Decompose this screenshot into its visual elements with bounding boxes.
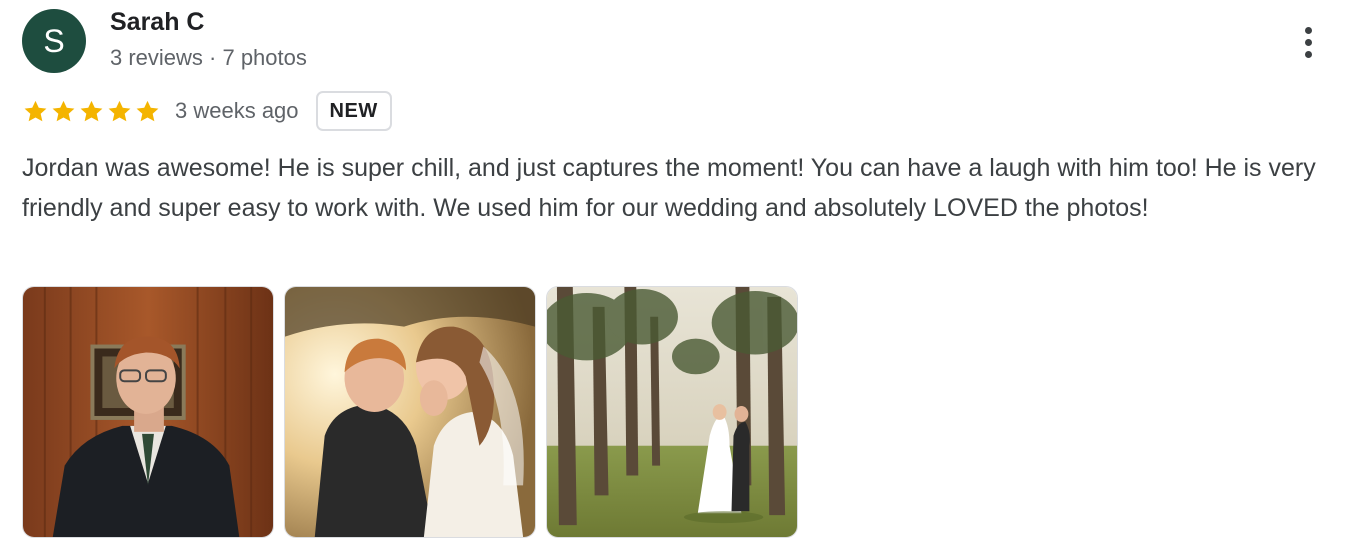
star-icon [136, 100, 159, 121]
review-text: Jordan was awesome! He is super chill, a… [22, 154, 1316, 222]
review-photo-couple-kissing[interactable] [284, 286, 536, 538]
rating-row: 3 weeks ago NEW [22, 89, 392, 133]
review-photo-couple-trees[interactable] [546, 286, 798, 538]
review-photos [22, 286, 798, 538]
review-time: 3 weeks ago [175, 98, 299, 123]
review-photo-groom-portrait[interactable] [22, 286, 274, 538]
star-icon [108, 100, 131, 121]
photo-image [23, 287, 273, 537]
author-meta[interactable]: 3 reviews · 7 photos [110, 45, 307, 71]
star-rating [22, 98, 161, 125]
photo-image [547, 287, 797, 537]
more-vert-icon [1304, 26, 1312, 34]
photo-image [285, 287, 535, 537]
star-icon [80, 100, 103, 121]
review-card: S Sarah C 3 reviews · 7 photos 3 weeks a… [0, 0, 1348, 552]
more-options-button[interactable] [1290, 20, 1326, 64]
star-icon [52, 100, 75, 121]
star-icon [24, 100, 47, 121]
new-badge: NEW [315, 91, 392, 131]
avatar[interactable]: S [22, 9, 86, 73]
avatar-initial: S [43, 23, 65, 59]
author-name[interactable]: Sarah C [110, 8, 204, 37]
